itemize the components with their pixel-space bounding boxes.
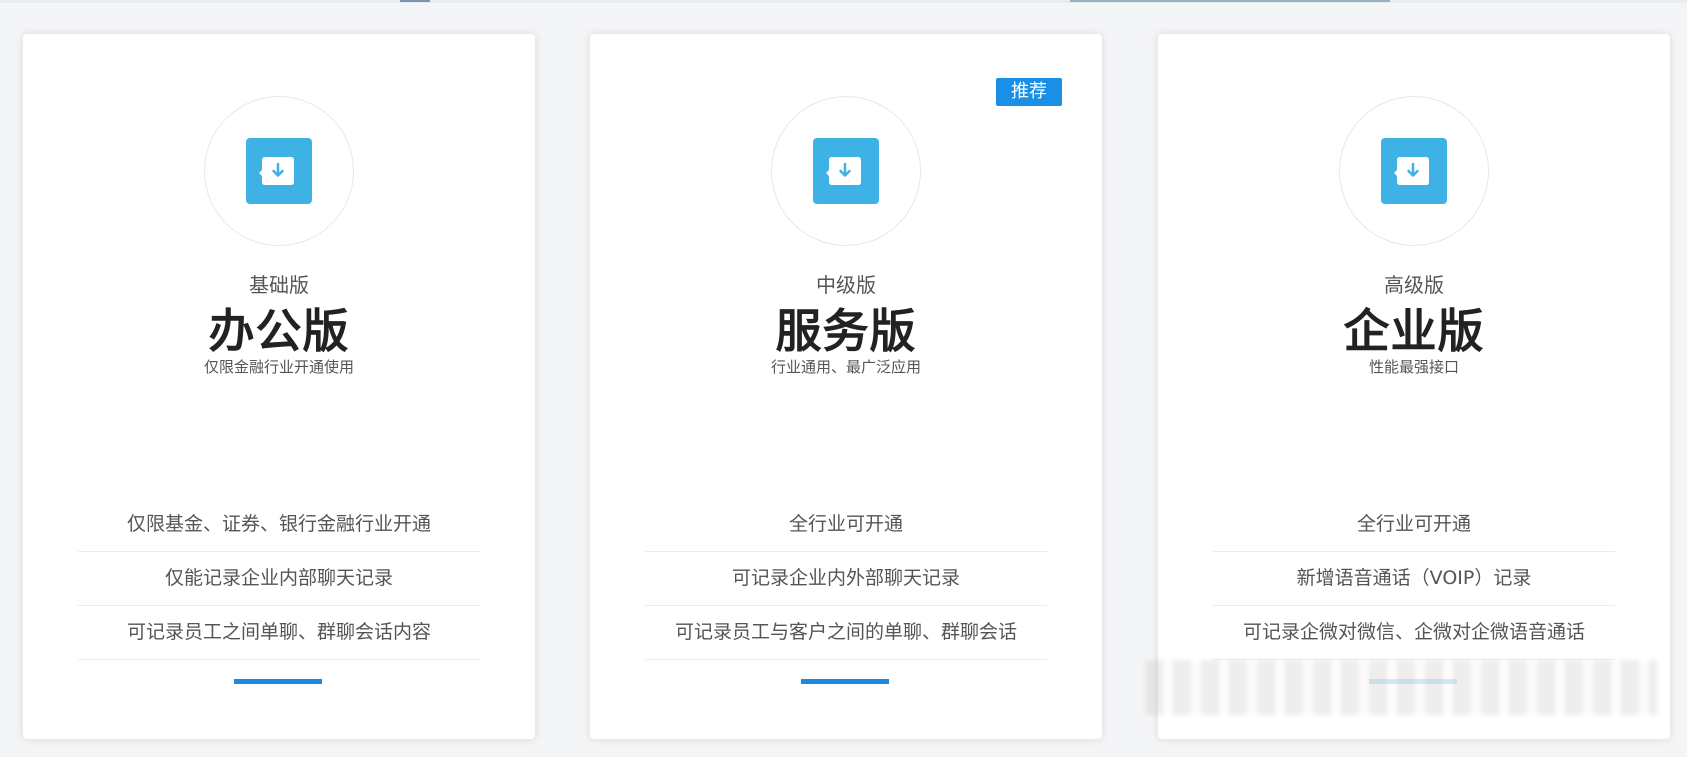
plan-name: 服务版 xyxy=(775,304,917,358)
plan-name: 办公版 xyxy=(208,304,350,358)
feature-item: 可记录员工与客户之间的单聊、群聊会话 xyxy=(645,606,1047,660)
plan-card-service[interactable]: 推荐 中级版 服务版 行业通用、最广泛应用 全行业可开通 可记录企业内外部聊天记… xyxy=(590,34,1102,739)
plan-card-office[interactable]: 基础版 办公版 仅限金融行业开通使用 仅限基金、证券、银行金融行业开通 仅能记录… xyxy=(23,34,535,739)
feature-item: 可记录企微对微信、企微对企微语音通话 xyxy=(1213,606,1615,660)
download-box-icon xyxy=(813,138,879,204)
plan-card-enterprise[interactable]: 高级版 企业版 性能最强接口 全行业可开通 新增语音通话（VOIP）记录 可记录… xyxy=(1158,34,1670,739)
feature-item: 全行业可开通 xyxy=(645,498,1047,552)
feature-item: 新增语音通话（VOIP）记录 xyxy=(1213,552,1615,606)
recommended-badge: 推荐 xyxy=(996,78,1062,106)
download-box-icon xyxy=(246,138,312,204)
plan-tier: 基础版 xyxy=(249,273,309,297)
plan-name: 企业版 xyxy=(1343,304,1485,358)
plan-description: 行业通用、最广泛应用 xyxy=(770,358,921,376)
accent-bar xyxy=(234,679,322,684)
pricing-page: 基础版 办公版 仅限金融行业开通使用 仅限基金、证券、银行金融行业开通 仅能记录… xyxy=(0,0,1687,757)
feature-list: 仅限基金、证券、银行金融行业开通 仅能记录企业内部聊天记录 可记录员工之间单聊、… xyxy=(78,498,480,660)
feature-item: 仅限基金、证券、银行金融行业开通 xyxy=(78,498,480,552)
plan-tier: 高级版 xyxy=(1384,273,1444,297)
plan-icon-circle xyxy=(204,96,354,246)
plan-description: 性能最强接口 xyxy=(1368,358,1459,376)
top-banner-strip xyxy=(0,0,1687,3)
blurred-watermark xyxy=(1145,660,1657,715)
feature-list: 全行业可开通 新增语音通话（VOIP）记录 可记录企微对微信、企微对企微语音通话 xyxy=(1213,498,1615,660)
feature-list: 全行业可开通 可记录企业内外部聊天记录 可记录员工与客户之间的单聊、群聊会话 xyxy=(645,498,1047,660)
feature-item: 可记录企业内外部聊天记录 xyxy=(645,552,1047,606)
download-box-icon xyxy=(1381,138,1447,204)
plan-tier: 中级版 xyxy=(816,273,876,297)
accent-bar xyxy=(801,679,889,684)
plan-icon-circle xyxy=(1339,96,1489,246)
plan-icon-circle xyxy=(771,96,921,246)
feature-item: 可记录员工之间单聊、群聊会话内容 xyxy=(78,606,480,660)
plan-description: 仅限金融行业开通使用 xyxy=(203,358,354,376)
feature-item: 全行业可开通 xyxy=(1213,498,1615,552)
feature-item: 仅能记录企业内部聊天记录 xyxy=(78,552,480,606)
